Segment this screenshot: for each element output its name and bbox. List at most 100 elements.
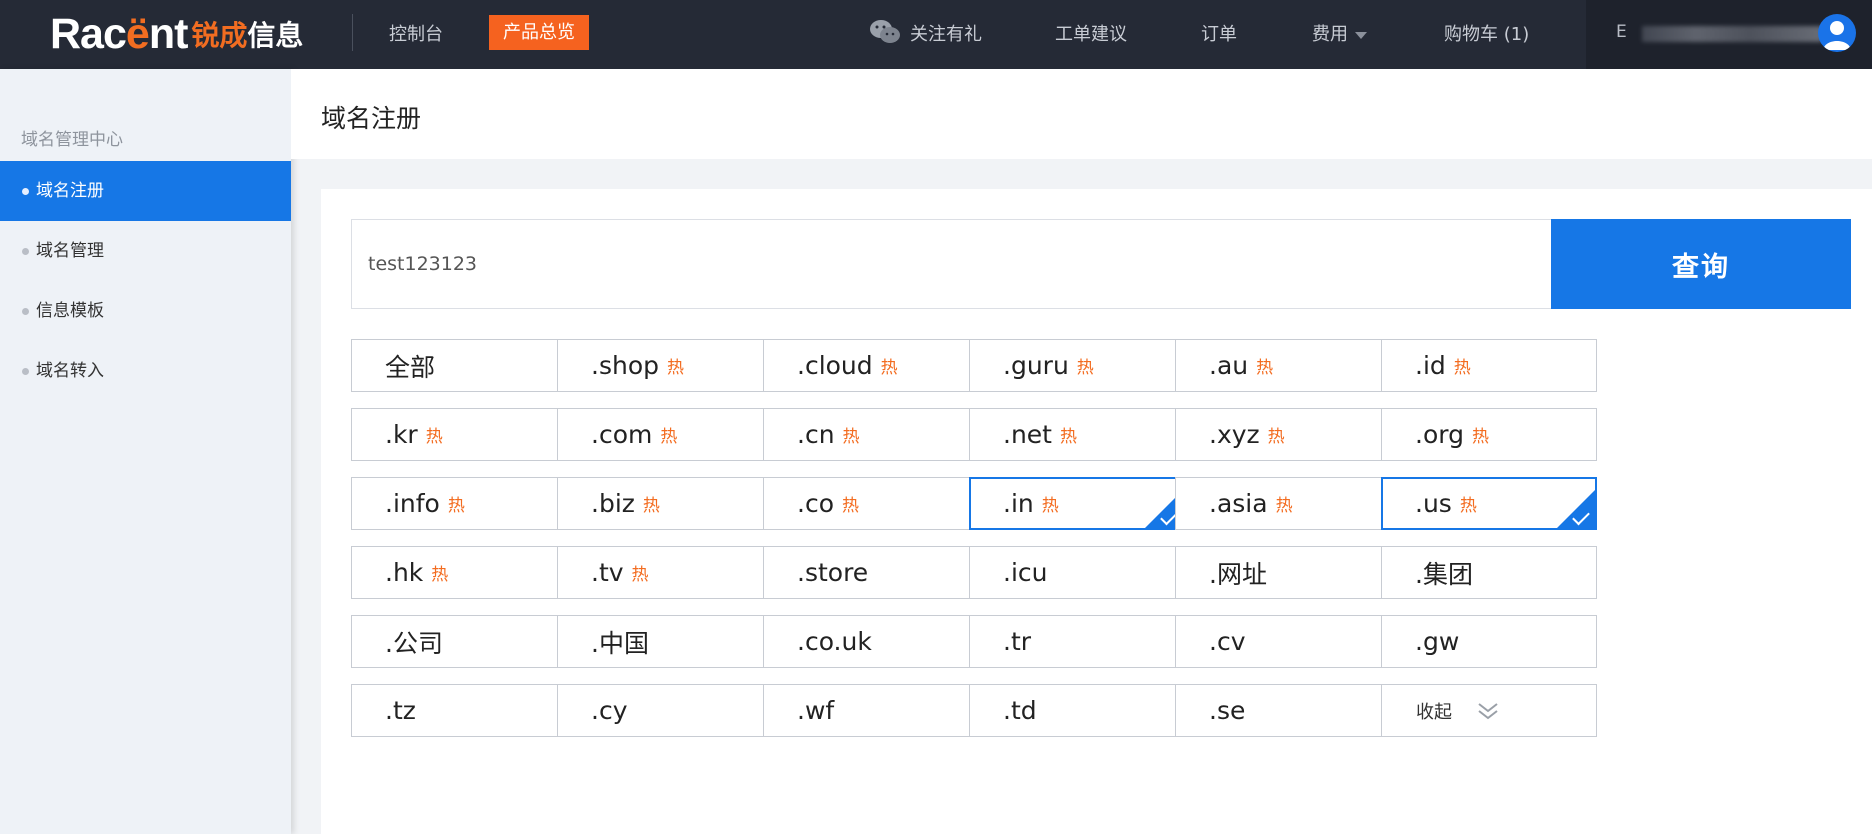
nav-ticket-link[interactable]: 工单建议 — [1055, 20, 1127, 46]
tld-option[interactable]: .us 热 — [1381, 477, 1597, 530]
tld-name: .asia — [1209, 489, 1268, 518]
tld-name: .cn — [797, 420, 835, 449]
tld-name: .co.uk — [797, 627, 872, 656]
tld-option[interactable]: 全部 — [351, 339, 567, 392]
tld-option[interactable]: .guru 热 — [969, 339, 1185, 392]
hot-badge: 热 — [1059, 427, 1077, 447]
tld-option[interactable]: .co.uk — [763, 615, 979, 668]
sidebar-item-label: 域名转入 — [36, 361, 104, 381]
top-navigation-bar: Racënt 锐成信息 控制台 产品总览 关注有礼 工单建议 订单 费用 购物车… — [0, 0, 1872, 69]
tld-name: .guru — [1003, 351, 1069, 380]
tld-option[interactable]: .store — [763, 546, 979, 599]
nav-fees-menu[interactable]: 费用 — [1312, 20, 1367, 46]
tld-name: .co — [797, 489, 834, 518]
logo-chinese-name: 锐成信息 — [191, 19, 304, 52]
tld-name: .id — [1415, 351, 1446, 380]
tld-name: .cv — [1209, 627, 1246, 656]
sidebar-item-label: 域名管理 — [36, 241, 104, 261]
hot-badge: 热 — [1453, 358, 1471, 378]
bullet-icon — [22, 248, 29, 255]
hot-badge: 热 — [1459, 496, 1477, 516]
tld-option[interactable]: .net 热 — [969, 408, 1185, 461]
hot-badge: 热 — [666, 358, 684, 378]
nav-orders-link[interactable]: 订单 — [1201, 20, 1237, 46]
tld-name: .biz — [591, 489, 635, 518]
tld-name: .wf — [797, 696, 835, 725]
tld-option[interactable]: .org 热 — [1381, 408, 1597, 461]
tld-name: .org — [1415, 420, 1464, 449]
sidebar-item-domain-transfer[interactable]: 域名转入 — [0, 341, 291, 401]
tld-option[interactable]: .hk 热 — [351, 546, 567, 599]
tld-option[interactable]: .wf — [763, 684, 979, 737]
tld-name: .公司 — [385, 628, 443, 658]
hot-badge: 热 — [842, 427, 860, 447]
tld-option[interactable]: .icu — [969, 546, 1185, 599]
hot-badge: 热 — [880, 358, 898, 378]
tld-option[interactable]: .in 热 — [969, 477, 1185, 530]
tld-option[interactable]: .tz — [351, 684, 567, 737]
tld-name: .shop — [591, 351, 659, 380]
tld-option[interactable]: .集团 — [1381, 546, 1597, 599]
tld-name: .td — [1003, 696, 1037, 725]
double-chevron-down-icon — [1478, 702, 1498, 719]
tld-name: .au — [1209, 351, 1249, 380]
tld-option[interactable]: .asia 热 — [1175, 477, 1391, 530]
sidebar-item-domain-manage[interactable]: 域名管理 — [0, 221, 291, 281]
nav-product-overview-button[interactable]: 产品总览 — [489, 15, 589, 50]
tld-name: .tr — [1003, 627, 1032, 656]
collapse-button[interactable]: 收起 — [1381, 684, 1597, 737]
tld-option[interactable]: .cn 热 — [763, 408, 979, 461]
query-button[interactable]: 查询 — [1551, 219, 1851, 309]
tld-option[interactable]: .se — [1175, 684, 1391, 737]
nav-console-link[interactable]: 控制台 — [389, 20, 443, 46]
tld-name: .cloud — [797, 351, 873, 380]
racent-logo[interactable]: Racënt 锐成信息 — [50, 10, 303, 58]
sidebar-item-label: 信息模板 — [36, 301, 104, 321]
tld-name: .store — [797, 558, 869, 587]
nav-cart-link[interactable]: 购物车 (1) — [1444, 20, 1529, 46]
tld-name: .us — [1415, 489, 1452, 518]
nav-fees-label: 费用 — [1312, 24, 1348, 45]
tld-option[interactable]: .kr 热 — [351, 408, 567, 461]
tld-option[interactable]: .网址 — [1175, 546, 1391, 599]
tld-name: .tv — [591, 558, 624, 587]
sidebar-item-domain-register[interactable]: 域名注册 — [0, 161, 291, 221]
tld-option[interactable]: .info 热 — [351, 477, 567, 530]
tld-name: .net — [1003, 420, 1052, 449]
hot-badge: 热 — [631, 565, 649, 585]
tld-option[interactable]: .com 热 — [557, 408, 773, 461]
tld-name: .网址 — [1209, 559, 1267, 589]
tld-option[interactable]: .td — [969, 684, 1185, 737]
tld-option[interactable]: .gw — [1381, 615, 1597, 668]
tld-name: .中国 — [591, 628, 649, 658]
tld-option[interactable]: .cy — [557, 684, 773, 737]
hot-badge: 热 — [1267, 427, 1285, 447]
tld-option[interactable]: .id 热 — [1381, 339, 1597, 392]
sidebar-item-info-template[interactable]: 信息模板 — [0, 281, 291, 341]
domain-search-input[interactable] — [352, 220, 1551, 308]
tld-option[interactable]: .au 热 — [1175, 339, 1391, 392]
tld-option[interactable]: .co 热 — [763, 477, 979, 530]
tld-name: .hk — [385, 558, 424, 587]
tld-option[interactable]: .公司 — [351, 615, 567, 668]
tld-option[interactable]: .biz 热 — [557, 477, 773, 530]
account-menu[interactable]: E — [1586, 0, 1872, 69]
tld-option[interactable]: .tv 热 — [557, 546, 773, 599]
domain-search-box — [351, 219, 1552, 309]
tld-option[interactable]: .xyz 热 — [1175, 408, 1391, 461]
hot-badge: 热 — [1041, 496, 1059, 516]
tld-name: 全部 — [385, 352, 436, 382]
tld-option[interactable]: .tr — [969, 615, 1185, 668]
hot-badge: 热 — [425, 427, 443, 447]
tld-name: .in — [1003, 489, 1034, 518]
tld-option[interactable]: .cloud 热 — [763, 339, 979, 392]
tld-name: .集团 — [1415, 559, 1473, 589]
tld-option[interactable]: .中国 — [557, 615, 773, 668]
collapse-label: 收起 — [1416, 701, 1452, 723]
tld-option[interactable]: .shop 热 — [557, 339, 773, 392]
account-name: E — [1616, 22, 1628, 42]
tld-option[interactable]: .cv — [1175, 615, 1391, 668]
avatar[interactable] — [1818, 14, 1856, 52]
hot-badge: 热 — [1275, 496, 1293, 516]
nav-follow-gift-link[interactable]: 关注有礼 — [910, 20, 982, 46]
